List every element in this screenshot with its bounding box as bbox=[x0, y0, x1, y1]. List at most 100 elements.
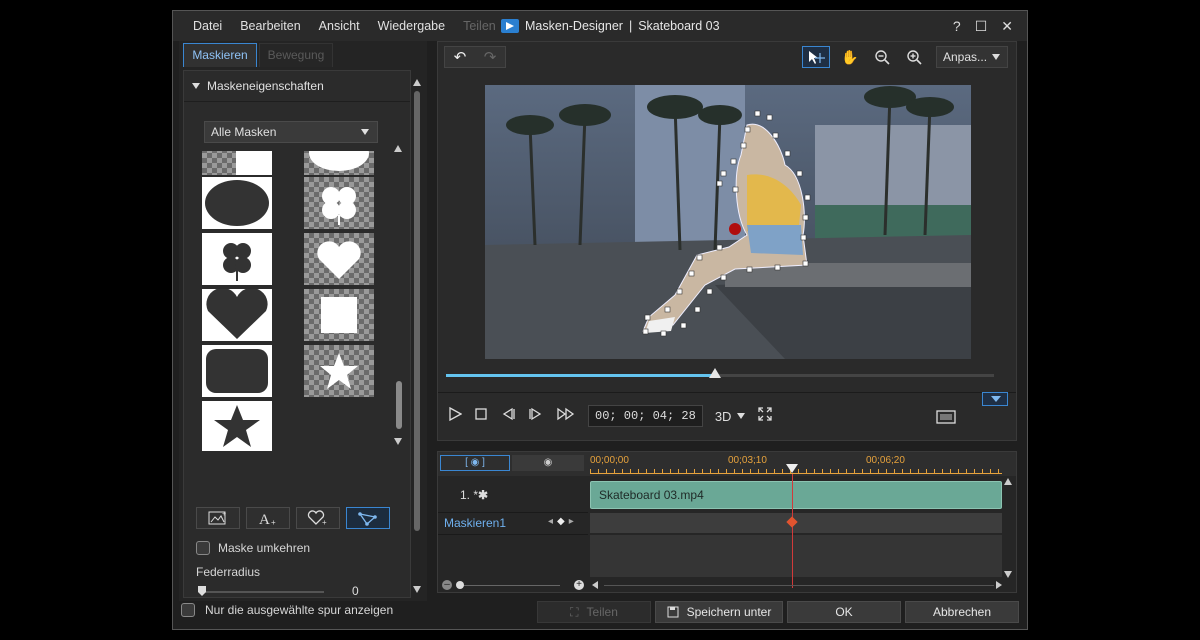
pen-mask-button[interactable] bbox=[346, 507, 390, 529]
scroll-up-icon[interactable] bbox=[1004, 478, 1012, 485]
mask-square[interactable] bbox=[304, 289, 374, 341]
only-selected-track-checkbox[interactable] bbox=[181, 603, 195, 617]
keyframe-view-button[interactable]: ◉ bbox=[512, 455, 584, 471]
3d-mode-dropdown[interactable]: 3D bbox=[715, 409, 746, 424]
pan-button[interactable]: ✋ bbox=[838, 46, 862, 68]
feather-slider[interactable] bbox=[198, 586, 324, 596]
tab-maskieren[interactable]: Maskieren bbox=[183, 43, 257, 67]
scroll-up-icon[interactable] bbox=[394, 145, 402, 152]
mask-rectangle[interactable] bbox=[202, 151, 272, 175]
rounded-rect-mask-icon bbox=[206, 349, 268, 393]
fullscreen-button[interactable] bbox=[757, 406, 773, 426]
menu-ansicht[interactable]: Ansicht bbox=[319, 19, 360, 33]
fast-forward-button[interactable] bbox=[556, 406, 576, 426]
add-keyframe-icon[interactable]: ◆ bbox=[557, 516, 565, 527]
help-button[interactable]: ? bbox=[953, 18, 961, 34]
svg-text:A: A bbox=[259, 512, 270, 526]
heart-mask-button[interactable]: + bbox=[296, 507, 340, 529]
play-icon bbox=[449, 406, 463, 422]
timeline-horizontal-scrollbar[interactable] bbox=[604, 585, 994, 586]
mask-filter-dropdown[interactable]: Alle Masken bbox=[204, 121, 378, 143]
scroll-down-icon[interactable] bbox=[1004, 571, 1012, 578]
playhead-handle[interactable] bbox=[785, 464, 798, 473]
mask-flower[interactable] bbox=[202, 233, 272, 285]
feather-slider-knob[interactable] bbox=[198, 586, 206, 596]
mask-circle[interactable] bbox=[304, 151, 374, 175]
ok-button[interactable]: OK bbox=[787, 601, 901, 623]
svg-text:+: + bbox=[271, 518, 276, 526]
zoom-in-button[interactable] bbox=[902, 46, 926, 68]
zoom-fit-value: Anpas... bbox=[943, 50, 988, 64]
timeline-header: [ ◉ ] ◉ 00;00;00 00;03;10 00;06;20 bbox=[438, 452, 1016, 476]
timecode-display[interactable]: 00; 00; 04; 28 bbox=[588, 405, 703, 427]
shape-grid-scrollbar[interactable] bbox=[394, 145, 402, 445]
mask-ellipse[interactable] bbox=[202, 177, 272, 229]
scroll-up-icon[interactable] bbox=[413, 79, 421, 86]
scroll-down-icon[interactable] bbox=[394, 438, 402, 445]
maximize-button[interactable]: ☐ bbox=[975, 18, 988, 35]
scroll-thumb[interactable] bbox=[396, 381, 402, 429]
mask-heart-dark[interactable] bbox=[202, 289, 272, 341]
image-mask-button[interactable]: + bbox=[196, 507, 240, 529]
project-name: Skateboard 03 bbox=[638, 19, 720, 33]
zoom-out-timeline-button[interactable]: – bbox=[442, 580, 452, 590]
stop-button[interactable] bbox=[474, 407, 488, 425]
close-button[interactable]: ✕ bbox=[1001, 18, 1013, 35]
menu-bearbeiten[interactable]: Bearbeiten bbox=[240, 19, 300, 33]
video-clip[interactable]: Skateboard 03.mp4 bbox=[590, 481, 1002, 509]
text-mask-button[interactable]: A + bbox=[246, 507, 290, 529]
scroll-right-icon[interactable] bbox=[996, 581, 1002, 589]
zoom-in-timeline-button[interactable]: + bbox=[574, 580, 584, 590]
panel-tabs: Maskieren Bewegung bbox=[183, 43, 333, 67]
previous-keyframe-icon[interactable]: ◂ bbox=[548, 516, 553, 527]
timeline-zoom-slider[interactable] bbox=[458, 585, 560, 586]
save-as-button[interactable]: Speichern unter bbox=[655, 601, 783, 623]
zoom-out-button[interactable] bbox=[870, 46, 894, 68]
preview-timebar[interactable] bbox=[446, 368, 994, 378]
playhead-line bbox=[791, 474, 793, 588]
timeline-ruler[interactable]: 00;00;00 00;03;10 00;06;20 bbox=[590, 452, 1002, 476]
window-title: Masken-Designer | Skateboard 03 bbox=[501, 11, 720, 41]
timeline-zoom-knob[interactable] bbox=[456, 581, 464, 589]
invert-mask-checkbox[interactable] bbox=[196, 541, 210, 555]
select-move-button[interactable] bbox=[802, 46, 830, 68]
clover-mask-icon bbox=[322, 187, 356, 225]
menu-datei[interactable]: Datei bbox=[193, 19, 222, 33]
section-header[interactable]: Maskeneigenschaften bbox=[192, 79, 324, 93]
video-preview[interactable] bbox=[485, 85, 971, 359]
image-mask-icon: + bbox=[208, 511, 226, 525]
panel-scrollbar[interactable] bbox=[413, 79, 421, 593]
play-button[interactable] bbox=[448, 406, 463, 426]
mask-anchor-point[interactable] bbox=[729, 223, 741, 235]
save-icon bbox=[667, 606, 679, 618]
scroll-thumb[interactable] bbox=[414, 91, 420, 531]
timeline-vertical-scrollbar[interactable] bbox=[1004, 478, 1012, 578]
next-keyframe-icon[interactable]: ▸ bbox=[569, 516, 574, 527]
monitor-icon bbox=[936, 410, 956, 424]
video-frame-image bbox=[485, 85, 971, 359]
only-selected-track-row[interactable]: Nur die ausgewählte spur anzeigen bbox=[181, 603, 393, 617]
next-frame-button[interactable] bbox=[528, 406, 544, 426]
invert-mask-row[interactable]: Maske umkehren bbox=[196, 541, 310, 555]
preview-scrubber-handle[interactable] bbox=[708, 368, 721, 378]
zoom-fit-dropdown[interactable]: Anpas... bbox=[936, 46, 1008, 68]
scroll-left-icon[interactable] bbox=[592, 581, 598, 589]
timeline-zoom-bar: – + bbox=[438, 580, 1016, 592]
expand-panel-button[interactable] bbox=[982, 392, 1008, 406]
mask-rounded-rect[interactable] bbox=[202, 345, 272, 397]
mask-star-dark[interactable] bbox=[202, 401, 272, 451]
ruler-label-start: 00;00;00 bbox=[590, 455, 629, 466]
mask-star[interactable] bbox=[304, 345, 374, 397]
mask-clover[interactable] bbox=[304, 177, 374, 229]
menu-wiedergabe[interactable]: Wiedergabe bbox=[378, 19, 445, 33]
mask-panel: Maskieren Bewegung Maskeneigenschaften A… bbox=[179, 41, 427, 601]
timeline-panel: [ ◉ ] ◉ 00;00;00 00;03;10 00;06;20 1. *✱… bbox=[437, 451, 1017, 593]
scroll-down-icon[interactable] bbox=[413, 586, 421, 593]
display-settings-button[interactable] bbox=[936, 410, 956, 427]
mask-heart[interactable] bbox=[304, 233, 374, 285]
cancel-button[interactable]: Abbrechen bbox=[905, 601, 1019, 623]
previous-frame-button[interactable] bbox=[500, 406, 516, 426]
track-view-button[interactable]: [ ◉ ] bbox=[440, 455, 510, 471]
collapse-arrow-icon bbox=[192, 83, 200, 89]
undo-button[interactable]: ↶ bbox=[445, 47, 475, 67]
